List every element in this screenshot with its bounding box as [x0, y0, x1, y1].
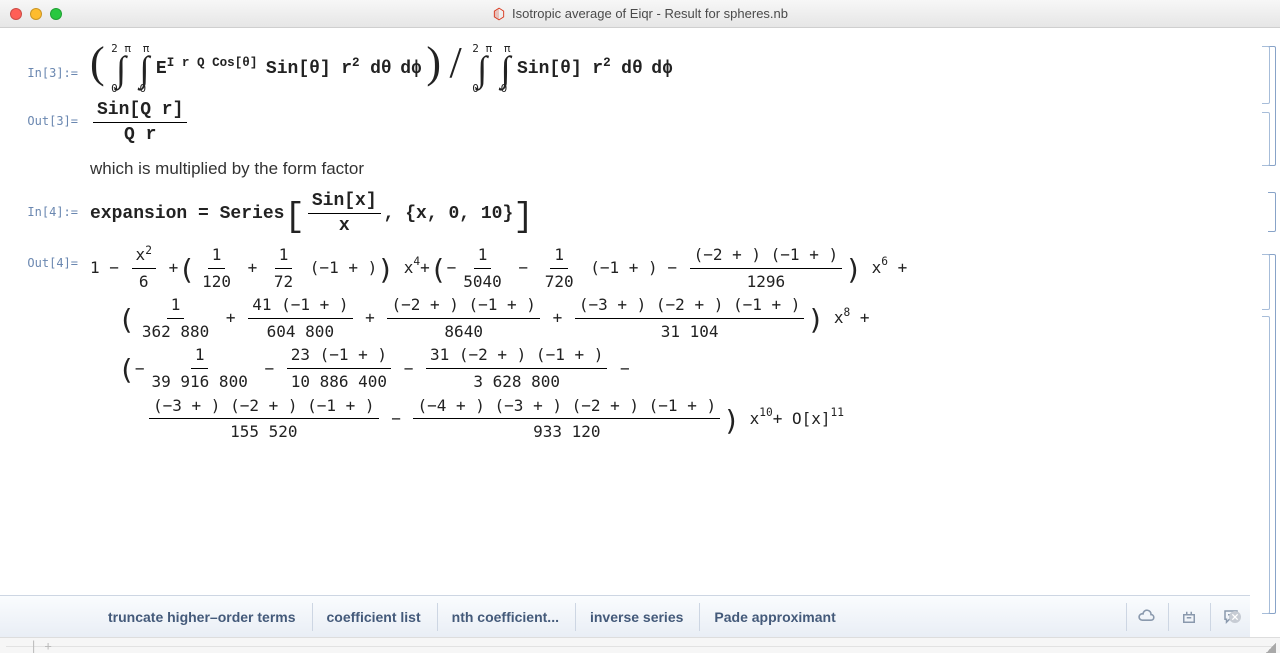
cell-in4[interactable]: In[4]:= expansion = Series [ Sin[x] x , …	[0, 191, 1250, 236]
integral-4: π ∫ 0	[501, 44, 511, 94]
text-cell-body: which is multiplied by the form factor	[90, 151, 1250, 185]
add-cell-icon[interactable]: | +	[30, 639, 52, 653]
cell-body-out3: Sin[Q r] Q r	[90, 100, 1250, 145]
suggestion-nth-coefficient[interactable]: nth coefficient...	[437, 603, 573, 631]
cell-label-out3: Out[3]=	[0, 100, 90, 128]
minimize-icon[interactable]	[30, 8, 42, 20]
titlebar: Isotropic average of Eiqr - Result for s…	[0, 0, 1280, 28]
cell-body-out4: 1 − x26 + ( 1120 + 172 (−1 + ) ) x4 + (−…	[90, 242, 1250, 445]
cell-text[interactable]: which is multiplied by the form factor	[0, 151, 1250, 185]
cloud-icon[interactable]	[1126, 603, 1166, 631]
suggestion-bar: truncate higher–order terms coefficient …	[0, 595, 1250, 637]
footer: | +	[0, 637, 1280, 653]
mathematica-icon	[492, 7, 506, 21]
window-title: Isotropic average of Eiqr - Result for s…	[512, 6, 788, 21]
cell-body-in4: expansion = Series [ Sin[x] x , {x, 0, 1…	[90, 191, 1250, 236]
integral-2: π ∫ 0	[140, 44, 150, 94]
suggestion-coefficient-list[interactable]: coefficient list	[312, 603, 435, 631]
cell-body-in3: ( 2 π ∫ 0 π ∫ 0 EI r Q Cos[θ] Sin[θ] r2 …	[90, 44, 1250, 94]
cell-bracket-inner[interactable]	[1262, 46, 1270, 104]
cell-bracket-inner[interactable]	[1262, 112, 1270, 166]
integral-3: 2 π ∫ 0	[472, 44, 492, 94]
suggestion-truncate[interactable]: truncate higher–order terms	[94, 603, 310, 631]
cell-bracket-inner[interactable]	[1262, 316, 1270, 614]
cell-in3[interactable]: In[3]:= ( 2 π ∫ 0 π ∫ 0 EI r Q Cos[θ] Si…	[0, 44, 1250, 94]
integral-1: 2 π ∫ 0	[111, 44, 131, 94]
cell-bracket-inner[interactable]	[1262, 254, 1270, 310]
notebook: In[3]:= ( 2 π ∫ 0 π ∫ 0 EI r Q Cos[θ] Si…	[0, 28, 1280, 637]
content-area: In[3]:= ( 2 π ∫ 0 π ∫ 0 EI r Q Cos[θ] Si…	[0, 28, 1250, 637]
resize-grip-icon[interactable]	[1266, 643, 1276, 653]
cell-out3[interactable]: Out[3]= Sin[Q r] Q r	[0, 100, 1250, 145]
cell-label-out4: Out[4]=	[0, 242, 90, 270]
zoom-icon[interactable]	[50, 8, 62, 20]
close-icon[interactable]	[10, 8, 22, 20]
settings-icon[interactable]	[1168, 603, 1208, 631]
cell-bracket[interactable]	[1268, 192, 1276, 232]
cell-out4[interactable]: Out[4]= 1 − x26 + ( 1120 + 172 (−1 + ) )…	[0, 242, 1250, 445]
suggestion-inverse-series[interactable]: inverse series	[575, 603, 697, 631]
suggestion-pade[interactable]: Pade approximant	[699, 603, 849, 631]
cell-label-in4: In[4]:=	[0, 191, 90, 219]
window-controls	[10, 8, 62, 20]
close-suggestions-icon[interactable]	[1222, 609, 1248, 625]
cell-label-in3: In[3]:=	[0, 44, 90, 80]
